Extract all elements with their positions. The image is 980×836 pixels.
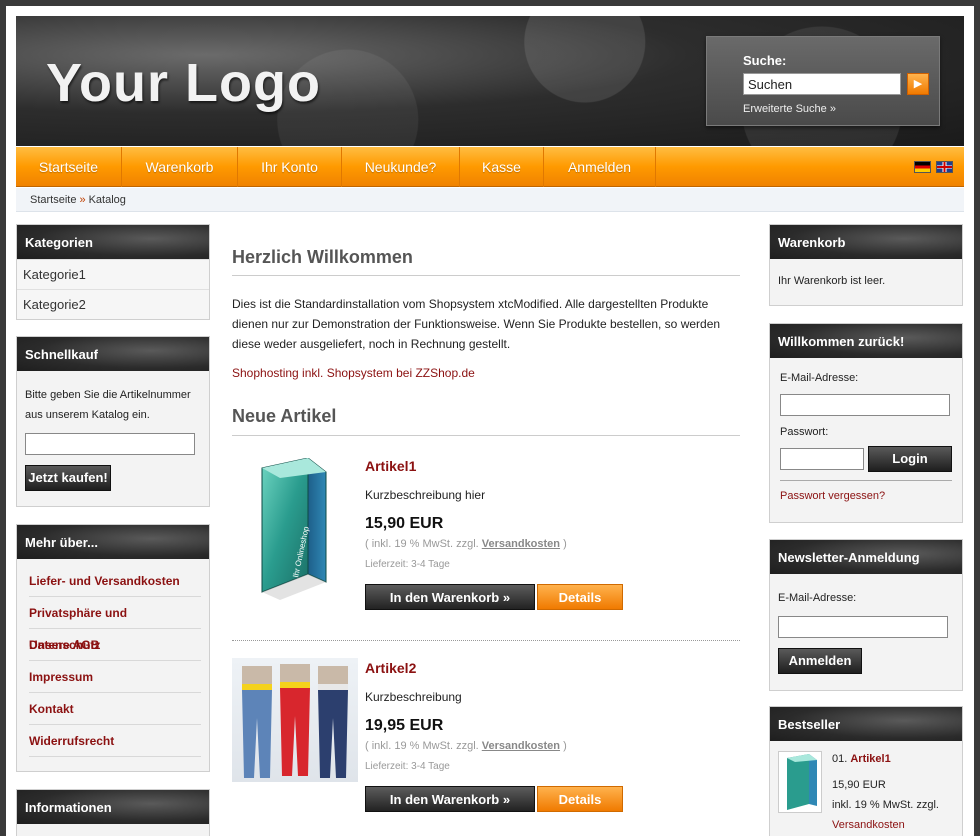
categories-title: Kategorien [17, 225, 209, 259]
new-articles-title: Neue Artikel [232, 406, 337, 426]
email-field[interactable] [780, 394, 950, 416]
bestseller-price: 15,90 EUR [832, 779, 886, 791]
product-tax-note: ( inkl. 19 % MwSt. zzgl. Versandkosten ) [365, 538, 567, 550]
flag-de-icon[interactable] [914, 161, 931, 173]
bestseller-tax: inkl. 19 % MwSt. zzgl. [832, 799, 939, 811]
bestseller-rank: 01. [832, 753, 848, 765]
jeans-image[interactable] [232, 658, 358, 782]
details-button[interactable]: Details [537, 584, 623, 610]
divider [232, 275, 740, 276]
nav-item-konto[interactable]: Ihr Konto [238, 147, 342, 187]
breadcrumb: Startseite» Katalog [16, 188, 964, 212]
link-contact[interactable]: Kontakt [29, 693, 201, 725]
newsletter-box: Newsletter-Anmeldung E-Mail-Adresse: Anm… [769, 539, 963, 691]
shipping-costs-link[interactable]: Versandkosten [482, 740, 560, 752]
link-privacy[interactable]: Privatsphäre und Datenschutz [29, 597, 201, 652]
newsletter-title: Newsletter-Anmeldung [770, 540, 962, 574]
welcome-text: Dies ist die Standardinstallation vom Sh… [232, 297, 721, 351]
nav-item-warenkorb[interactable]: Warenkorb [122, 147, 238, 187]
tax-suffix: ) [563, 538, 567, 550]
breadcrumb-item-home[interactable]: Startseite [30, 194, 76, 206]
welcome-title: Herzlich Willkommen [232, 247, 413, 267]
product-price: 19,95 EUR [365, 717, 444, 734]
product-title[interactable]: Artikel1 [365, 458, 416, 474]
buy-now-button[interactable]: Jetzt kaufen! [25, 465, 111, 491]
more-about-list: Liefer- und Versandkosten Privatsphäre u… [17, 559, 209, 757]
password-field[interactable] [780, 448, 864, 470]
more-about-box: Mehr über... Liefer- und Versandkosten P… [16, 524, 210, 772]
categories-box: Kategorien Kategorie1 Kategorie2 [16, 224, 210, 320]
search-input[interactable] [743, 73, 901, 95]
breadcrumb-item-catalog[interactable]: Katalog [89, 194, 126, 206]
divider [232, 435, 740, 436]
more-about-title: Mehr über... [17, 525, 209, 559]
information-title: Informationen [17, 790, 209, 824]
search-box: Suche: ▶ Erweiterte Suche » [706, 36, 940, 126]
newsletter-email-label: E-Mail-Adresse: [778, 592, 857, 604]
product-separator [232, 640, 740, 641]
breadcrumb-separator: » [79, 194, 86, 206]
cart-title: Warenkorb [770, 225, 962, 259]
product-price: 15,90 EUR [365, 515, 444, 532]
article-number-input[interactable] [25, 433, 195, 455]
nav-item-kasse[interactable]: Kasse [460, 147, 544, 187]
delivery-time: Lieferzeit: 3-4 Tage [365, 761, 450, 772]
nav-item-anmelden[interactable]: Anmelden [544, 147, 656, 187]
quickbuy-box: Schnellkauf Bitte geben Sie die Artikeln… [16, 336, 210, 507]
nav-item-startseite[interactable]: Startseite [16, 147, 122, 187]
link-imprint[interactable]: Impressum [29, 661, 201, 693]
email-label: E-Mail-Adresse: [780, 372, 859, 384]
bestseller-entry: 01. Artikel1 [832, 753, 891, 765]
product-tax-note: ( inkl. 19 % MwSt. zzgl. Versandkosten ) [365, 740, 567, 752]
flag-en-icon[interactable] [936, 161, 953, 173]
login-button[interactable]: Login [868, 446, 952, 472]
link-shipping-costs[interactable]: Liefer- und Versandkosten [29, 565, 201, 597]
nav-item-neukunde[interactable]: Neukunde? [342, 147, 460, 187]
forgot-password-link[interactable]: Passwort vergessen? [780, 490, 885, 502]
cart-box: Warenkorb Ihr Warenkorb ist leer. [769, 224, 963, 306]
login-title: Willkommen zurück! [770, 324, 962, 358]
product-description: Kurzbeschreibung [365, 690, 462, 704]
logo[interactable]: Your Logo [46, 52, 321, 114]
tax-prefix: ( inkl. 19 % MwSt. zzgl. [365, 740, 479, 752]
category-item[interactable]: Kategorie2 [17, 289, 209, 319]
shipping-costs-link[interactable]: Versandkosten [482, 538, 560, 550]
arrow-right-icon: ▶ [913, 78, 923, 90]
tax-prefix: ( inkl. 19 % MwSt. zzgl. [365, 538, 479, 550]
link-terms[interactable]: Unsere AGB [29, 629, 201, 661]
add-to-cart-button[interactable]: In den Warenkorb » [365, 786, 535, 812]
search-submit-button[interactable]: ▶ [907, 73, 929, 95]
details-button[interactable]: Details [537, 786, 623, 812]
page: Your Logo Suche: ▶ Erweiterte Suche » St… [6, 6, 974, 836]
product-description: Kurzbeschreibung hier [365, 488, 486, 502]
information-box: Informationen [16, 789, 210, 836]
main-nav: Startseite Warenkorb Ihr Konto Neukunde?… [16, 147, 964, 187]
advanced-search-link[interactable]: Erweiterte Suche » [743, 103, 836, 115]
tax-suffix: ) [563, 740, 567, 752]
add-to-cart-button[interactable]: In den Warenkorb » [365, 584, 535, 610]
bestseller-box: Bestseller 01. Artikel1 15,90 EUR inkl. … [769, 706, 963, 836]
link-withdrawal[interactable]: Widerrufsrecht [29, 725, 201, 757]
newsletter-subscribe-button[interactable]: Anmelden [778, 648, 862, 674]
product-title[interactable]: Artikel2 [365, 660, 416, 676]
category-item[interactable]: Kategorie1 [17, 259, 209, 289]
delivery-time: Lieferzeit: 3-4 Tage [365, 559, 450, 570]
bestseller-shipping-link[interactable]: Versandkosten [832, 819, 905, 831]
bestseller-title: Bestseller [770, 707, 962, 741]
newsletter-email-field[interactable] [778, 616, 948, 638]
quickbuy-text: Bitte geben Sie die Artikelnummer aus un… [25, 389, 191, 421]
bestseller-image[interactable] [778, 751, 822, 813]
cart-empty-text: Ihr Warenkorb ist leer. [778, 275, 886, 287]
password-label: Passwort: [780, 426, 829, 438]
login-box: Willkommen zurück! E-Mail-Adresse: Passw… [769, 323, 963, 523]
header: Your Logo Suche: ▶ Erweiterte Suche » [16, 16, 964, 146]
bestseller-name[interactable]: Artikel1 [850, 753, 890, 765]
shophosting-link[interactable]: Shophosting inkl. Shopsystem bei ZZShop.… [232, 366, 475, 380]
divider [780, 480, 952, 481]
quickbuy-title: Schnellkauf [17, 337, 209, 371]
software-box-image[interactable]: Ihr Onlineshop [246, 456, 330, 604]
search-label: Suche: [743, 53, 787, 68]
